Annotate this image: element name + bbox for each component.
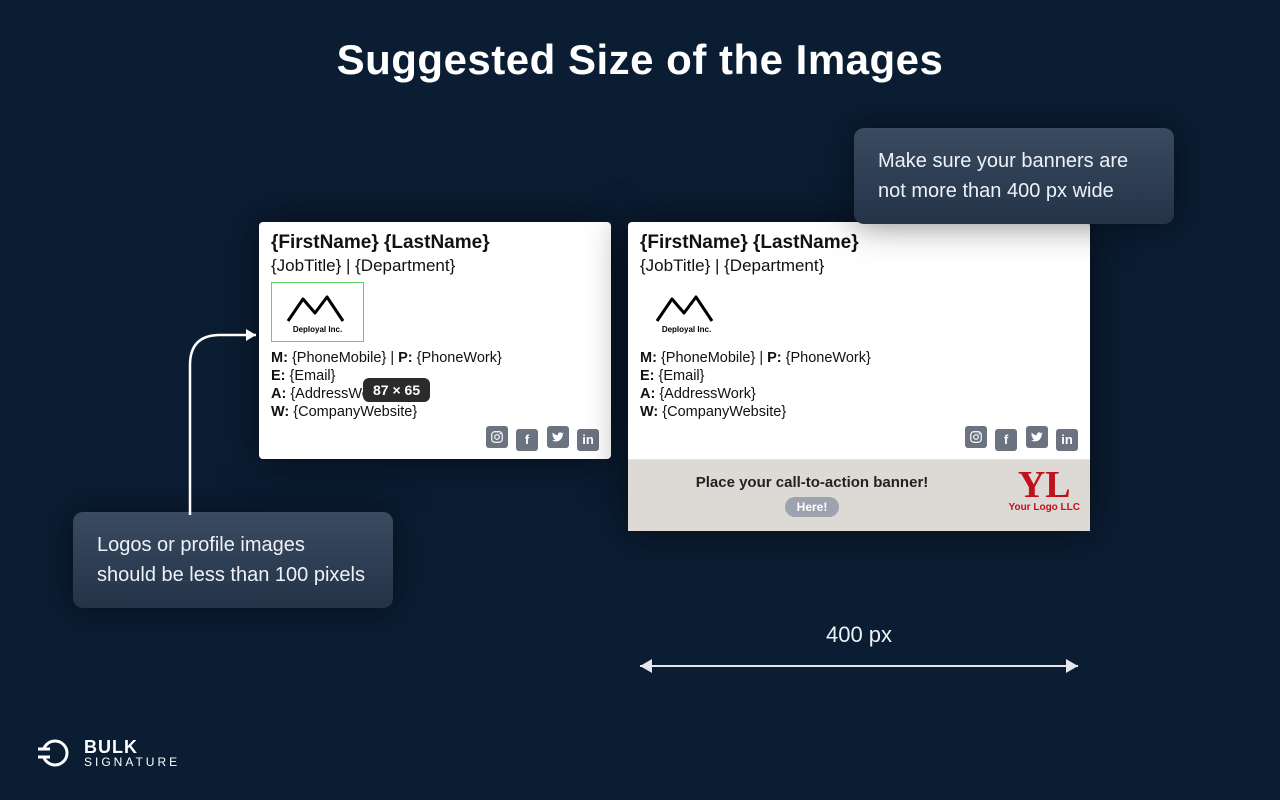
callout-banner-size: Make sure your banners are not more than…	[854, 128, 1174, 224]
twitter-icon	[1026, 426, 1048, 448]
mobile-value: {PhoneMobile}	[661, 350, 755, 366]
social-row: f in	[640, 426, 1078, 451]
email-label: E:	[271, 368, 286, 384]
signature-logo-slot: Deployal Inc.	[640, 282, 733, 342]
phone-value: {PhoneWork}	[786, 350, 871, 366]
web-value: {CompanyWebsite}	[293, 404, 417, 420]
signature-email-line: E: {Email}	[640, 368, 1078, 384]
cta-banner-logo: YL Your Logo LLC	[1009, 468, 1080, 513]
signature-logo-caption: Deployal Inc.	[662, 325, 711, 334]
callout-logo-size: Logos or profile images should be less t…	[73, 512, 393, 608]
brand-line1: BULK	[84, 738, 180, 756]
signature-name: {FirstName} {LastName}	[640, 232, 1078, 254]
address-label: A:	[271, 386, 286, 402]
signature-address-line: A: {AddressWork}	[640, 386, 1078, 402]
signature-subline: {JobTitle} | {Department}	[271, 256, 599, 276]
mobile-label: M:	[640, 350, 657, 366]
mobile-label: M:	[271, 350, 288, 366]
signature-web-line: W: {CompanyWebsite}	[271, 404, 599, 420]
width-indicator: 400 px	[628, 650, 1090, 682]
web-value: {CompanyWebsite}	[662, 404, 786, 420]
phone-label: P:	[398, 350, 413, 366]
linkedin-icon: in	[1056, 429, 1078, 451]
signature-email-line: E: {Email}	[271, 368, 599, 384]
signature-card-small: {FirstName} {LastName} {JobTitle} | {Dep…	[259, 222, 611, 459]
phone-value: {PhoneWork}	[417, 350, 502, 366]
brand-line2: SIGNATURE	[84, 756, 180, 768]
signature-logo-slot: Deployal Inc.	[271, 282, 364, 342]
deployal-logo-icon	[283, 291, 353, 325]
width-indicator-arrow-icon	[628, 650, 1090, 682]
cta-banner-headline: Place your call-to-action banner!	[644, 474, 980, 491]
email-value: {Email}	[659, 368, 705, 384]
phone-sep: |	[759, 350, 767, 366]
callout-arrow-icon	[170, 325, 270, 525]
signature-phone-line: M: {PhoneMobile} | P: {PhoneWork}	[271, 350, 599, 366]
signature-address-line: A: {AddressWork}	[271, 386, 599, 402]
brand-footer: BULK SIGNATURE	[38, 736, 180, 770]
brand-text: BULK SIGNATURE	[84, 738, 180, 768]
address-value: {AddressWork}	[659, 386, 755, 402]
instagram-icon	[965, 426, 987, 448]
dimension-tooltip: 87 × 65	[363, 378, 430, 402]
email-label: E:	[640, 368, 655, 384]
signature-logo-caption: Deployal Inc.	[293, 325, 342, 334]
signature-phone-line: M: {PhoneMobile} | P: {PhoneWork}	[640, 350, 1078, 366]
facebook-icon: f	[995, 429, 1017, 451]
linkedin-icon: in	[577, 429, 599, 451]
email-value: {Email}	[290, 368, 336, 384]
page-title: Suggested Size of the Images	[0, 36, 1280, 84]
cta-banner-logo-big: YL	[1009, 468, 1080, 502]
instagram-icon	[486, 426, 508, 448]
cta-banner-button[interactable]: Here!	[785, 497, 840, 517]
social-row: f in	[271, 426, 599, 451]
address-label: A:	[640, 386, 655, 402]
cta-banner-logo-small: Your Logo LLC	[1009, 502, 1080, 513]
mobile-value: {PhoneMobile}	[292, 350, 386, 366]
facebook-icon: f	[516, 429, 538, 451]
phone-sep: |	[390, 350, 398, 366]
signature-card-large: {FirstName} {LastName} {JobTitle} | {Dep…	[628, 222, 1090, 531]
phone-label: P:	[767, 350, 782, 366]
bulksignature-logo-icon	[38, 736, 72, 770]
signature-name: {FirstName} {LastName}	[271, 232, 599, 254]
width-indicator-label: 400 px	[628, 622, 1090, 648]
twitter-icon	[547, 426, 569, 448]
cta-banner: Place your call-to-action banner! Here! …	[628, 459, 1090, 531]
signature-web-line: W: {CompanyWebsite}	[640, 404, 1078, 420]
signature-subline: {JobTitle} | {Department}	[640, 256, 1078, 276]
web-label: W:	[640, 404, 658, 420]
web-label: W:	[271, 404, 289, 420]
deployal-logo-icon	[652, 291, 722, 325]
